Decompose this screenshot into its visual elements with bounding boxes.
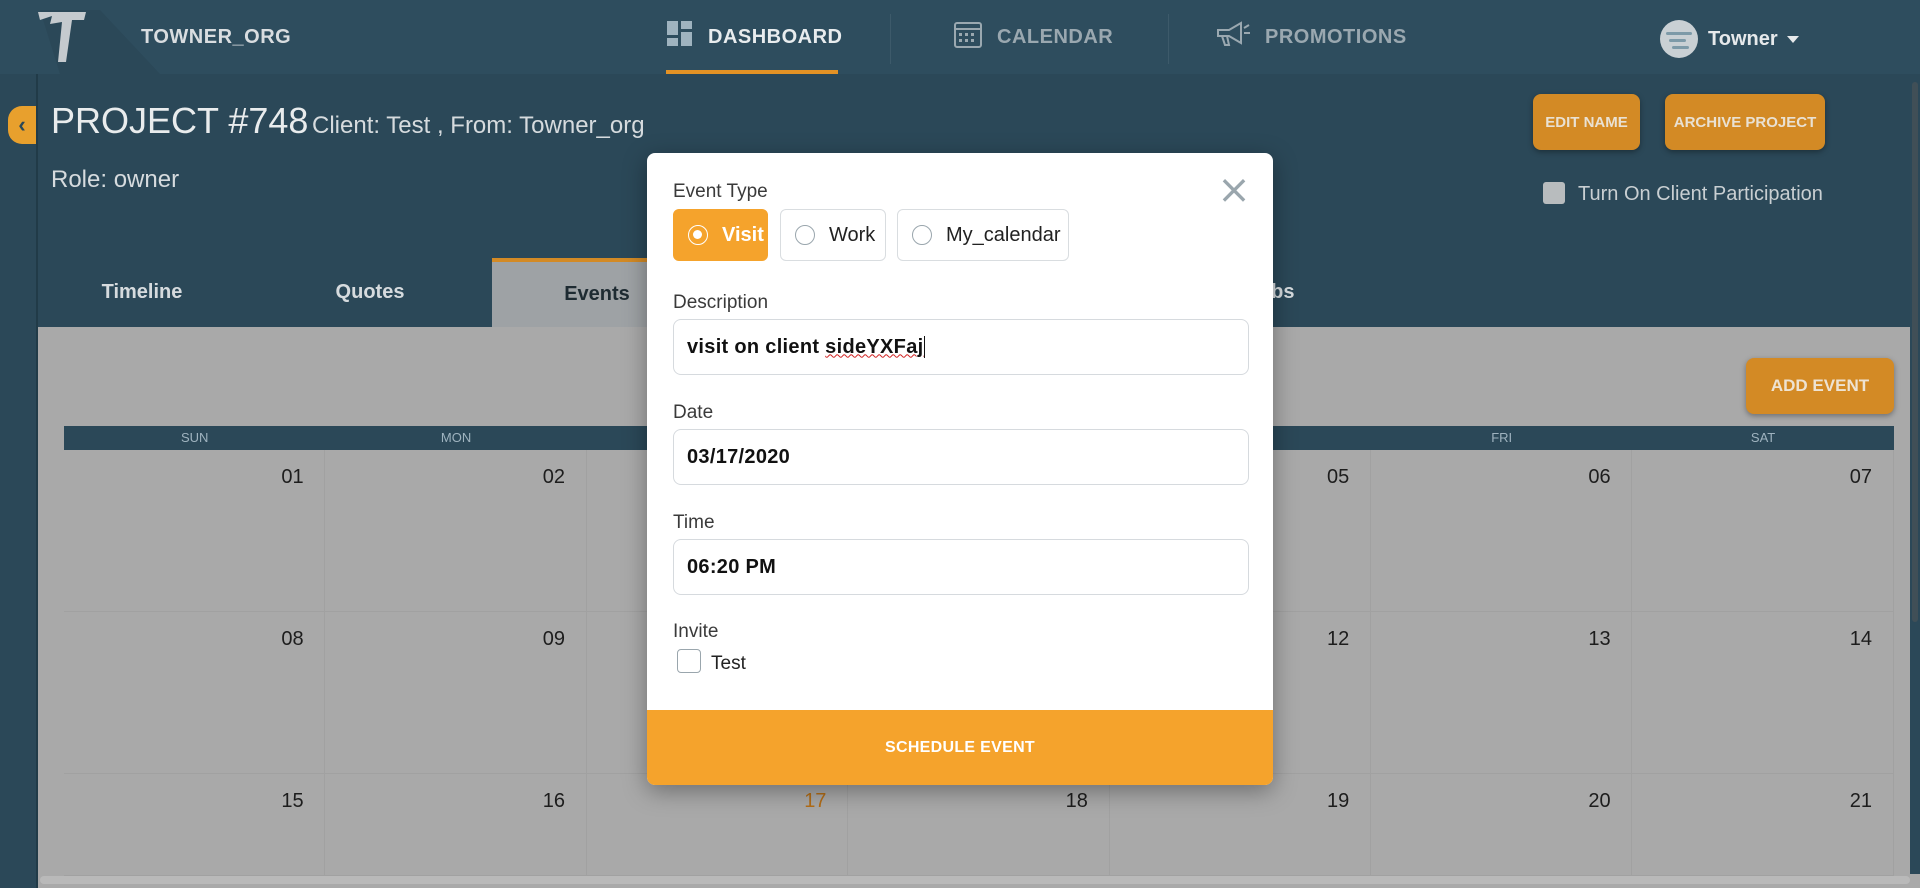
date-label: Date xyxy=(673,402,714,423)
radio-work-label: Work xyxy=(829,223,876,246)
invite-checkbox[interactable] xyxy=(677,649,701,673)
radio-my-calendar[interactable]: My_calendar xyxy=(897,209,1069,261)
invite-label: Invite xyxy=(673,621,719,642)
radio-icon xyxy=(688,225,708,245)
event-type-label: Event Type xyxy=(673,181,768,202)
radio-icon xyxy=(912,225,932,245)
description-text: visit on client xyxy=(687,335,826,358)
radio-icon xyxy=(795,225,815,245)
event-modal: × Event Type Visit Work My_calendar Desc… xyxy=(647,153,1273,785)
text-caret xyxy=(924,336,926,358)
description-label: Description xyxy=(673,292,769,313)
invitee-label: Test xyxy=(711,653,746,674)
description-input[interactable]: visit on client sideYXFaj xyxy=(673,319,1249,375)
radio-visit-label: Visit xyxy=(722,223,764,246)
date-input[interactable]: 03/17/2020 xyxy=(673,429,1249,485)
time-label: Time xyxy=(673,512,715,533)
radio-work[interactable]: Work xyxy=(780,209,886,261)
radio-my-calendar-label: My_calendar xyxy=(946,223,1061,246)
radio-visit[interactable]: Visit xyxy=(673,209,768,261)
description-misspelled-word: sideYXFaj xyxy=(825,335,924,358)
close-icon[interactable]: × xyxy=(1215,170,1253,210)
schedule-event-button[interactable]: SCHEDULE EVENT xyxy=(647,710,1273,785)
time-input[interactable]: 06:20 PM xyxy=(673,539,1249,595)
